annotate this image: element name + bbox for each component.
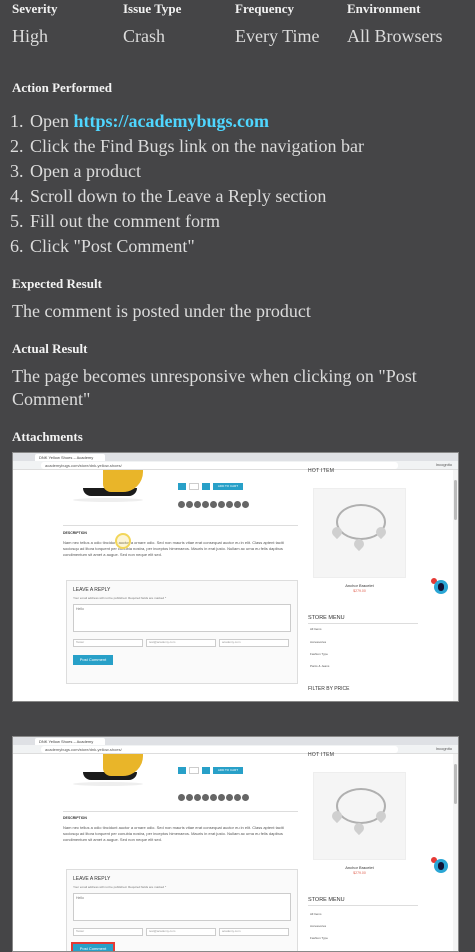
severity-value: High [12,26,48,46]
comment-textarea: Hello [73,604,291,632]
page-scrollbar [453,754,458,951]
actual-result-title: Actual Result [12,341,88,356]
action-performed-title: Action Performed [12,80,112,95]
incognito-label: Incognito [435,746,452,751]
expected-result-text: The comment is posted under the product [12,301,311,321]
step-4: 4. Scroll down to the Leave a Reply secti… [10,186,327,206]
description-text: Nam nec tellus a odio tincidunt auctor a… [63,540,284,557]
issue-type-value: Crash [123,26,165,46]
menu-item-all: All Items [310,627,322,631]
academybugs-link[interactable]: https://academybugs.com [74,111,270,131]
menu-item-accessories: Accessories [310,924,327,928]
browser-tab: DNK Yellow Shoes – Academy [35,454,105,461]
reply-note: Your email address will not be published… [73,596,167,600]
comment-textarea: Hello [73,893,291,921]
quantity-controls: ADD TO CART [178,483,243,490]
step-3: 3. Open a product [10,161,141,181]
bracelet-image [313,488,406,578]
bug-icon [434,859,448,873]
page-scrollbar [453,470,458,701]
browser-addressbar: academybugs.com/store/dnk-yellow-shoes/ … [13,461,458,470]
leave-reply-box: LEAVE A REPLY Your email address will no… [66,869,298,951]
add-to-cart-mini: ADD TO CART [213,483,243,490]
shoe-image [73,754,143,786]
step-5: 5. Fill out the comment form [10,211,220,231]
browser-page: ADD TO CART DESCRIPTION Nam nec tellus a… [13,468,458,701]
product-name: Anchor Bracelet [345,865,374,870]
quantity-controls: ADD TO CART [178,767,243,774]
menu-item-accessories: Accessories [310,640,327,644]
summary-values: High Crash Every Time All Browsers [12,26,475,50]
expected-result-title: Expected Result [12,276,102,291]
environment-value: All Browsers [347,26,443,46]
cursor-highlight [115,533,131,549]
product-name: Anchor Bracelet [345,583,374,588]
environment-header: Environment [347,1,421,16]
shoe-image [73,470,143,502]
description-divider [63,811,298,812]
social-icons [178,794,249,801]
step-1: 1. Open https://academybugs.com [10,111,270,131]
menu-item-pants: Pants & Jeans [310,664,330,668]
steps-list: 1. Open https://academybugs.com 2. Click t… [10,109,364,259]
step-6: 6. Click "Post Comment" [10,236,195,256]
menu-item-fashion: Fashion Type [310,652,328,656]
post-comment-mini: Post Comment [73,655,113,665]
product-price: $279.00 [353,589,366,593]
description-divider [63,525,298,526]
frequency-value: Every Time [235,26,320,46]
product-price: $279.00 [353,871,366,875]
browser-tab: DNK Yellow Shoes – Academy [35,738,105,745]
bug-icon [434,580,448,594]
summary-headers: Severity Issue Type Frequency Environmen… [12,0,475,20]
attachment-screenshot-1[interactable]: DNK Yellow Shoes – Academy academybugs.c… [12,452,459,702]
menu-item-all: All Items [310,912,322,916]
browser-tabbar: DNK Yellow Shoes – Academy [13,453,458,468]
step-2: 2. Click the Find Bugs link on the naviga… [10,136,364,156]
leave-reply-title: LEAVE A REPLY [73,876,111,882]
actual-result-text: The page becomes unresponsive when click… [12,366,417,409]
incognito-label: Incognito [435,462,452,467]
description-tab: DESCRIPTION [63,816,87,820]
issue-type-header: Issue Type [123,1,182,16]
frequency-header: Frequency [235,1,294,16]
menu-item-fashion: Fashion Type [310,936,328,940]
attachments-title: Attachments [12,429,83,444]
leave-reply-box: LEAVE A REPLY Your email address will no… [66,580,298,684]
description-tab: DESCRIPTION [63,531,87,535]
reply-note: Your email address will not be published… [73,885,167,889]
description-text: Nam nec tellus a odio tincidunt auctor a… [63,825,284,842]
filter-by-price-title: FILTER BY PRICE [308,686,350,692]
address-url: academybugs.com/store/dnk-yellow-shoes/ [41,462,398,469]
store-menu-title: STORE MENU [308,615,345,621]
reply-fields: Tester test@academy.com academy.com [73,639,289,647]
attachment-screenshot-2[interactable]: DNK Yellow Shoes – Academy academybugs.c… [12,736,459,952]
address-url: academybugs.com/store/dnk-yellow-shoes/ [41,746,398,753]
bracelet-image [313,772,406,860]
sidebar-heading: HOT ITEM [308,752,335,758]
store-menu-divider [308,623,418,624]
leave-reply-title: LEAVE A REPLY [73,587,111,593]
sidebar-heading: HOT ITEM [308,468,335,474]
reply-fields: Tester test@academy.com academy.com [73,928,289,936]
browser-tabbar: DNK Yellow Shoes – Academy [13,737,458,752]
post-comment-mini-highlighted: Post Comment [71,942,115,951]
store-menu-divider [308,905,418,906]
social-icons [178,501,249,508]
severity-header: Severity [12,1,58,16]
add-to-cart-mini: ADD TO CART [213,767,243,774]
store-menu-title: STORE MENU [308,897,345,903]
browser-page: ADD TO CART DESCRIPTION Nam nec tellus a… [13,752,458,951]
browser-addressbar: academybugs.com/store/dnk-yellow-shoes/ … [13,745,458,754]
